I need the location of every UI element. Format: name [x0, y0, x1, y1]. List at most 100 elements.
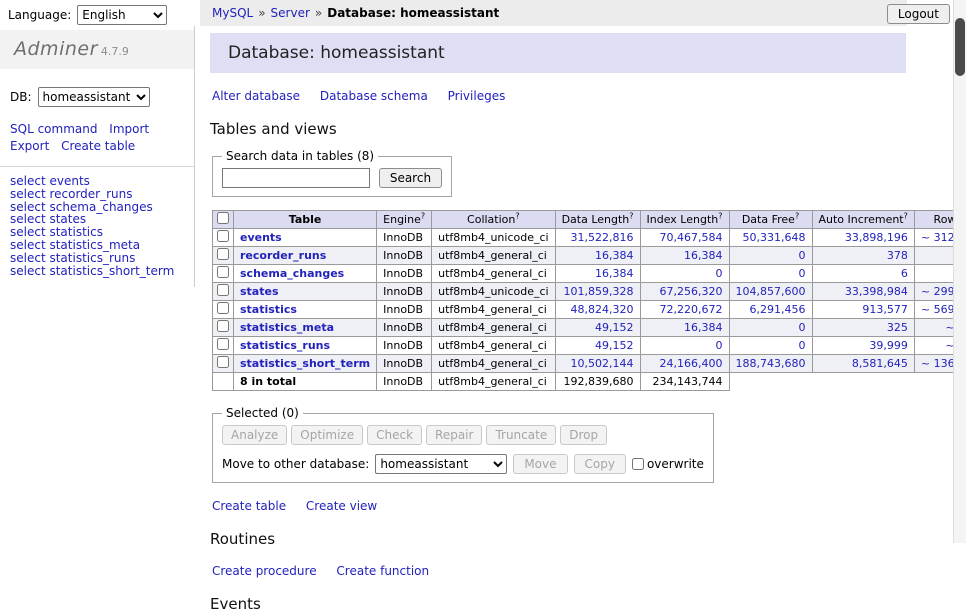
data-free-link[interactable]: 0	[799, 339, 806, 352]
row-checkbox-statistics[interactable]	[217, 302, 229, 314]
sidebar-select-events[interactable]: select events	[10, 175, 194, 188]
analyze-button[interactable]: Analyze	[222, 425, 287, 445]
select-all-checkbox[interactable]	[217, 212, 229, 224]
events-heading: Events	[210, 595, 906, 613]
row-checkbox-schema-changes[interactable]	[217, 266, 229, 278]
truncate-button[interactable]: Truncate	[486, 425, 556, 445]
table-link-statistics-meta[interactable]: statistics_meta	[240, 321, 334, 334]
table-link-statistics[interactable]: statistics	[240, 303, 297, 316]
create-links: Create table Create view	[212, 499, 906, 513]
table-link-recorder-runs[interactable]: recorder_runs	[240, 249, 326, 262]
table-link-statistics-runs[interactable]: statistics_runs	[240, 339, 330, 352]
logout-button[interactable]: Logout	[887, 4, 950, 24]
data-free-link[interactable]: 6,291,456	[750, 303, 806, 316]
database-schema-link[interactable]: Database schema	[320, 89, 428, 103]
data-free-link[interactable]: 188,743,680	[736, 357, 806, 370]
import-link[interactable]: Import	[109, 122, 149, 136]
auto-increment-link[interactable]: 325	[887, 321, 908, 334]
data-length-link[interactable]: 101,859,328	[564, 285, 634, 298]
table-link-events[interactable]: events	[240, 231, 282, 244]
search-legend: Search data in tables (8)	[222, 149, 378, 163]
search-button[interactable]: Search	[379, 168, 442, 188]
auto-increment-cell: 33,898,196	[812, 229, 914, 247]
auto-increment-link[interactable]: 39,999	[869, 339, 908, 352]
create-view-link[interactable]: Create view	[306, 499, 377, 513]
move-button[interactable]: Move	[513, 454, 567, 474]
scrollbar[interactable]	[953, 0, 966, 543]
export-link[interactable]: Export	[10, 139, 49, 153]
auto-increment-link[interactable]: 913,577	[862, 303, 908, 316]
data-length-cell: 49,152	[555, 319, 640, 337]
index-length-link[interactable]: 24,166,400	[660, 357, 723, 370]
data-length-link[interactable]: 49,152	[595, 321, 634, 334]
sidebar-select-recorder-runs[interactable]: select recorder_runs	[10, 188, 194, 201]
auto-increment-link[interactable]: 6	[901, 267, 908, 280]
auto-increment-link[interactable]: 378	[887, 249, 908, 262]
auto-increment-cell: 325	[812, 319, 914, 337]
data-free-link[interactable]: 0	[799, 267, 806, 280]
data-length-link[interactable]: 31,522,816	[571, 231, 634, 244]
index-length-link[interactable]: 0	[716, 267, 723, 280]
table-link-statistics-short-term[interactable]: statistics_short_term	[240, 357, 370, 370]
auto-increment-link[interactable]: 8,581,645	[852, 357, 908, 370]
auto-increment-link[interactable]: 33,398,984	[845, 285, 908, 298]
index-length-link[interactable]: 16,384	[684, 249, 723, 262]
row-checkbox-statistics-meta[interactable]	[217, 320, 229, 332]
create-function-link[interactable]: Create function	[336, 564, 429, 578]
data-free-link[interactable]: 50,331,648	[743, 231, 806, 244]
breadcrumb-link-mysql[interactable]: MySQL	[212, 6, 253, 20]
index-length-cell: 0	[640, 265, 729, 283]
overwrite-checkbox[interactable]	[632, 458, 644, 470]
move-database-select[interactable]: homeassistant	[375, 454, 507, 474]
data-length-link[interactable]: 16,384	[595, 249, 634, 262]
drop-button[interactable]: Drop	[560, 425, 607, 445]
data-length-link[interactable]: 49,152	[595, 339, 634, 352]
check-button[interactable]: Check	[367, 425, 422, 445]
index-length-link[interactable]: 0	[716, 339, 723, 352]
main-content: Database: homeassistant Alter database D…	[210, 26, 906, 613]
repair-button[interactable]: Repair	[426, 425, 482, 445]
sidebar-select-statistics-meta[interactable]: select statistics_meta	[10, 239, 194, 252]
data-length-link[interactable]: 16,384	[595, 267, 634, 280]
search-input[interactable]	[222, 168, 370, 188]
table-row-recorder-runs: recorder_runsInnoDButf8mb4_general_ci16,…	[213, 247, 966, 265]
data-free-link[interactable]: 0	[799, 321, 806, 334]
table-name-cell: schema_changes	[234, 265, 377, 283]
index-length-link[interactable]: 72,220,672	[660, 303, 723, 316]
sidebar-select-statistics-short-term[interactable]: select statistics_short_term	[10, 265, 194, 278]
privileges-link[interactable]: Privileges	[448, 89, 506, 103]
app-logo[interactable]: Adminer	[14, 38, 98, 60]
create-table-link-sidebar[interactable]: Create table	[61, 139, 135, 153]
scrollbar-thumb[interactable]	[955, 18, 965, 76]
row-checkbox-events[interactable]	[217, 230, 229, 242]
data-free-link[interactable]: 104,857,600	[736, 285, 806, 298]
row-checkbox-statistics-runs[interactable]	[217, 338, 229, 350]
db-select[interactable]: homeassistant	[38, 87, 150, 107]
create-table-link[interactable]: Create table	[212, 499, 286, 513]
optimize-button[interactable]: Optimize	[291, 425, 363, 445]
index-length-cell: 16,384	[640, 247, 729, 265]
auto-increment-link[interactable]: 33,898,196	[845, 231, 908, 244]
sql-command-link[interactable]: SQL command	[10, 122, 97, 136]
row-checkbox-states[interactable]	[217, 284, 229, 296]
data-free-link[interactable]: 0	[799, 249, 806, 262]
data-length-link[interactable]: 10,502,144	[571, 357, 634, 370]
index-length-link[interactable]: 67,256,320	[660, 285, 723, 298]
language-select[interactable]: English	[77, 5, 167, 25]
create-procedure-link[interactable]: Create procedure	[212, 564, 317, 578]
table-link-states[interactable]: states	[240, 285, 279, 298]
copy-button[interactable]: Copy	[574, 454, 626, 474]
breadcrumb-link-server[interactable]: Server	[271, 6, 310, 20]
index-length-link[interactable]: 16,384	[684, 321, 723, 334]
row-checkbox-statistics-short-term[interactable]	[217, 356, 229, 368]
data-free-cell: 188,743,680	[729, 355, 812, 373]
table-link-schema-changes[interactable]: schema_changes	[240, 267, 344, 280]
move-row: Move to other database: homeassistant Mo…	[222, 454, 704, 474]
row-checkbox-recorder-runs[interactable]	[217, 248, 229, 260]
alter-database-link[interactable]: Alter database	[212, 89, 300, 103]
db-selector-row: DB: homeassistant	[10, 87, 184, 107]
index-length-link[interactable]: 70,467,584	[660, 231, 723, 244]
data-length-link[interactable]: 48,824,320	[571, 303, 634, 316]
table-row-schema-changes: schema_changesInnoDButf8mb4_general_ci16…	[213, 265, 966, 283]
sidebar-select-statistics-runs[interactable]: select statistics_runs	[10, 252, 194, 265]
